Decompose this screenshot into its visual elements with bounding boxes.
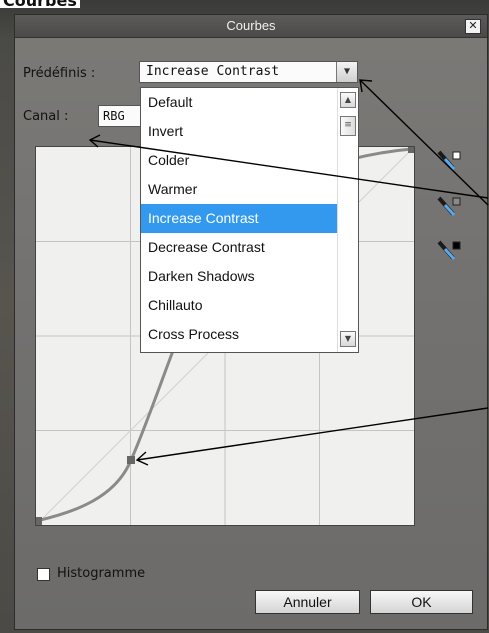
scrollbar-thumb[interactable]: ≡: [340, 116, 356, 136]
dropdown-scrollbar[interactable]: ▲ ≡ ▼: [337, 88, 358, 352]
presets-dropdown-list[interactable]: Default Invert Colder Warmer Increase Co…: [140, 87, 359, 353]
preset-option-chillauto[interactable]: Chillauto: [141, 291, 339, 320]
cancel-button[interactable]: Annuler: [255, 590, 360, 614]
scroll-down-icon[interactable]: ▼: [340, 331, 356, 347]
preset-option-invert[interactable]: Invert: [141, 117, 339, 146]
channel-label: Canal :: [23, 109, 69, 124]
preset-option-increase-contrast[interactable]: Increase Contrast: [141, 204, 358, 233]
preset-option-colder[interactable]: Colder: [141, 146, 339, 175]
dialog-titlebar[interactable]: Courbes ✕: [15, 15, 487, 38]
preset-option-default[interactable]: Default: [141, 88, 339, 117]
curve-point-high[interactable]: [408, 145, 416, 153]
preset-option-warmer[interactable]: Warmer: [141, 175, 339, 204]
curves-dialog: Courbes ✕ Prédéfinis : Increase Contrast…: [14, 14, 488, 630]
dropdown-arrow-icon[interactable]: ▼: [336, 62, 357, 82]
eyedropper-black-icon[interactable]: [433, 238, 461, 266]
dialog-title: Courbes: [226, 18, 276, 33]
eyedropper-gray-icon[interactable]: [433, 194, 461, 222]
preset-option-cross-process[interactable]: Cross Process: [141, 320, 339, 349]
histogram-checkbox[interactable]: [37, 568, 50, 581]
curve-point-low[interactable]: [34, 517, 42, 525]
page-title-fragment: Courbes: [0, 0, 80, 8]
scroll-up-icon[interactable]: ▲: [340, 92, 356, 108]
ok-button[interactable]: OK: [370, 590, 473, 614]
presets-selected-value: Increase Contrast: [146, 64, 280, 79]
curve-point-mid[interactable]: [127, 456, 135, 464]
presets-label: Prédéfinis :: [23, 66, 96, 81]
close-icon[interactable]: ✕: [465, 19, 481, 34]
preset-option-darken-shadows[interactable]: Darken Shadows: [141, 262, 339, 291]
eyedropper-white-icon[interactable]: [433, 148, 461, 176]
preset-option-decrease-contrast[interactable]: Decrease Contrast: [141, 233, 339, 262]
presets-select[interactable]: Increase Contrast ▼: [139, 61, 358, 83]
histogram-label: Histogramme: [57, 566, 146, 581]
